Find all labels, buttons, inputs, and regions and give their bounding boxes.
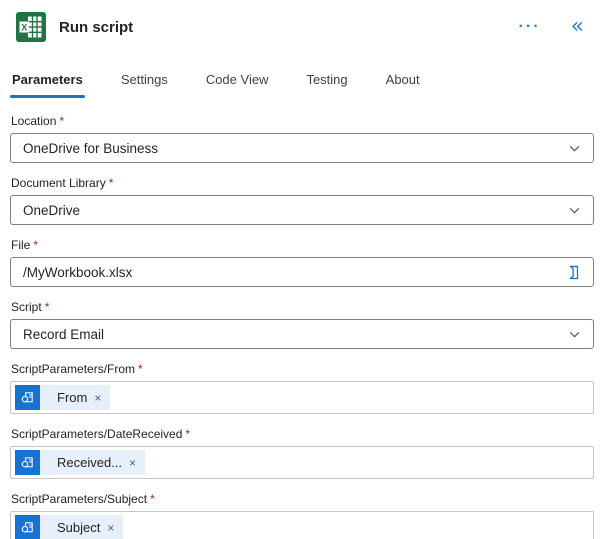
token-label: Received... [57,455,123,470]
field-location: Location * OneDrive for Business [10,114,594,163]
outlook-icon [15,385,40,410]
script-dropdown[interactable]: Record Email [10,319,594,349]
panel-header: X Run script ··· « [0,0,604,44]
field-label-text: Location [11,114,57,128]
required-asterisk: * [185,427,191,441]
field-label-text: Script [11,300,42,314]
token-remove-button[interactable]: × [94,392,101,404]
document-library-dropdown[interactable]: OneDrive [10,195,594,225]
tab-code-view[interactable]: Code View [204,68,271,98]
chevron-down-icon [568,142,581,155]
file-picker-icon[interactable] [566,264,581,281]
tab-settings[interactable]: Settings [119,68,170,98]
scriptparameters-subject-input[interactable]: Subject × [10,511,594,539]
field-label: Script * [11,300,594,314]
field-document-library: Document Library * OneDrive [10,176,594,225]
token-body: Subject × [40,515,124,539]
chevron-down-icon [568,328,581,341]
required-asterisk: * [138,362,143,376]
token-body: From × [40,385,111,410]
field-label-text: ScriptParameters/From [11,362,136,376]
file-value: /MyWorkbook.xlsx [23,264,133,280]
field-label: Location * [11,114,594,128]
scriptparameters-datereceived-input[interactable]: Received... × [10,446,594,479]
location-dropdown[interactable]: OneDrive for Business [10,133,594,163]
required-asterisk: * [150,492,155,506]
location-value: OneDrive for Business [23,140,159,156]
field-label: ScriptParameters/From * [11,362,594,376]
parameters-form: Location * OneDrive for Business Document… [10,114,594,539]
token-label: From [57,390,88,405]
chevron-down-icon [568,204,581,217]
field-label-text: ScriptParameters/DateReceived [11,427,183,441]
token-body: Received... × [40,450,146,475]
token-label: Subject [57,520,101,535]
field-scriptparameters-datereceived: ScriptParameters/DateReceived * Received.… [10,427,594,479]
field-label-text: Document Library [11,176,106,190]
field-label: File * [11,238,594,252]
action-config-panel: X Run script ··· « Parameters Settings C… [0,0,604,539]
required-asterisk: * [59,114,65,128]
scriptparameters-from-input[interactable]: From × [10,381,594,414]
field-script: Script * Record Email [10,300,594,349]
more-options-icon[interactable]: ··· [515,19,545,35]
file-input[interactable]: /MyWorkbook.xlsx [10,257,594,287]
action-title: Run script [59,18,134,36]
document-library-value: OneDrive [23,202,81,218]
outlook-icon [15,450,40,475]
dynamic-content-token-from[interactable]: From × [15,385,111,410]
collapse-panel-icon[interactable]: « [567,16,588,38]
excel-icon: X [16,12,46,42]
field-scriptparameters-subject: ScriptParameters/Subject * Subject × [10,492,594,539]
tab-about[interactable]: About [384,68,422,98]
dynamic-content-token-received[interactable]: Received... × [15,450,146,475]
required-asterisk: * [33,238,39,252]
required-asterisk: * [44,300,50,314]
required-asterisk: * [108,176,114,190]
field-label-text: File [11,238,31,252]
token-remove-button[interactable]: × [107,522,114,534]
field-label: ScriptParameters/DateReceived * [11,427,594,441]
tab-testing[interactable]: Testing [304,68,349,98]
field-file: File * /MyWorkbook.xlsx [10,238,594,287]
field-scriptparameters-from: ScriptParameters/From * From × [10,362,594,414]
field-label-text: ScriptParameters/Subject [11,492,148,506]
field-label: ScriptParameters/Subject * [11,492,594,506]
dynamic-content-token-subject[interactable]: Subject × [15,515,124,539]
script-value: Record Email [23,326,105,342]
svg-text:X: X [21,22,27,32]
field-label: Document Library * [11,176,594,190]
outlook-icon [15,515,40,539]
token-remove-button[interactable]: × [129,457,136,469]
tab-parameters[interactable]: Parameters [10,68,85,98]
tab-bar: Parameters Settings Code View Testing Ab… [10,68,594,98]
